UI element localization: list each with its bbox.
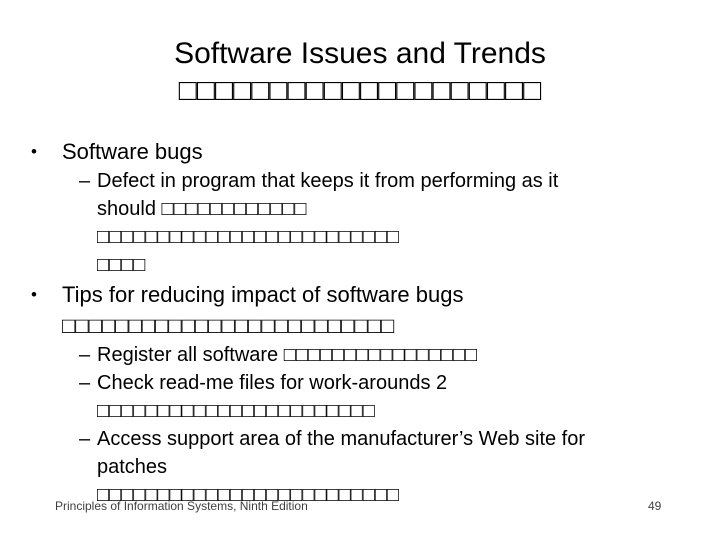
bullet-dot-icon: • (31, 285, 37, 304)
dash-icon: – (79, 170, 91, 192)
subbullet-register-all-software: – Register all software □□□□□□□□□□□□□□□□ (0, 341, 720, 369)
subbullet-defect-line-4: □□□□ (97, 254, 146, 276)
slide-canvas: Software Issues and Trends □□□□□□□□□□□□□… (0, 0, 720, 540)
subbullet-access-line-2: patches (97, 456, 168, 478)
subbullet-defect-line-1: Defect in program that keeps it from per… (97, 170, 559, 192)
subbullet-check-line-1: Check read-me files for work-arounds 2 (97, 372, 448, 394)
page-title: Software Issues and Trends (174, 37, 546, 70)
subbullet-check-read-me-files: – Check read-me files for work-arounds 2… (0, 369, 720, 425)
dash-icon: – (79, 344, 91, 366)
subbullet-check-line-2: □□□□□□□□□□□□□□□□□□□□□□□ (97, 400, 375, 422)
subbullet-defect-line-3: □□□□□□□□□□□□□□□□□□□□□□□□□ (97, 226, 400, 248)
subbullet-defect-in-program: – Defect in program that keeps it from p… (0, 167, 720, 279)
slide-body: • Software bugs – Defect in program that… (0, 136, 720, 509)
footer-page-number: 49 (648, 499, 662, 513)
bullet-dot-icon: • (31, 142, 37, 161)
footer-source-text: Principles of Information Systems, Ninth… (55, 499, 308, 513)
subbullet-register-line-1: Register all software □□□□□□□□□□□□□□□□ (97, 344, 478, 366)
bullet-tips-label: Tips for reducing impact of software bug… (62, 282, 464, 307)
title-missing-glyph-row: □□□□□□□□□□□□□□□□□□□□ (178, 74, 542, 107)
subbullet-access-support-area: – Access support area of the manufacture… (0, 425, 720, 509)
slide-title-block: Software Issues and Trends □□□□□□□□□□□□□… (0, 36, 720, 108)
subbullet-defect-line-2: should □□□□□□□□□□□□ (97, 198, 307, 220)
bullet-software-bugs: • Software bugs (0, 136, 720, 167)
dash-icon: – (79, 372, 91, 394)
dash-icon: – (79, 428, 91, 450)
bullet-software-bugs-label: Software bugs (62, 139, 203, 164)
bullet-tips-missing-glyph-row: □□□□□□□□□□□□□□□□□□□□□□□□□ (62, 313, 395, 338)
subbullet-access-line-1: Access support area of the manufacturer’… (97, 428, 586, 450)
bullet-tips-for-reducing-impact: • Tips for reducing impact of software b… (0, 279, 720, 310)
